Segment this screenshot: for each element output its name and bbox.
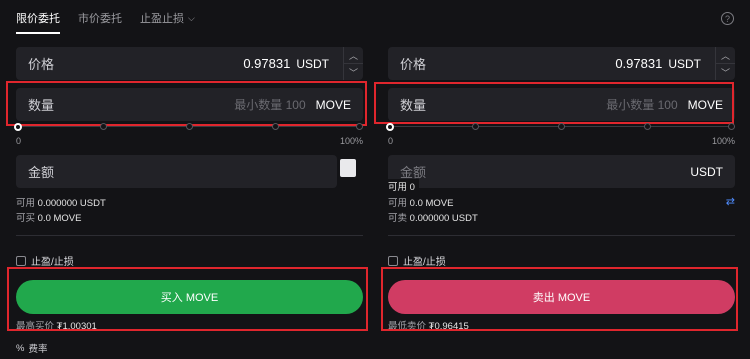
best-bid-value: ₮1.00301: [56, 321, 97, 332]
can-sell-label: 可卖: [388, 213, 408, 224]
fee-link[interactable]: % 费率: [16, 341, 48, 356]
sell-button[interactable]: 卖出 MOVE: [388, 280, 735, 314]
available-value: 0.0 MOVE: [409, 198, 454, 209]
price-label: 价格: [28, 57, 55, 72]
buy-total-field[interactable]: 金额: [16, 155, 337, 188]
slider-stop[interactable]: [472, 123, 479, 130]
can-buy-value: 0.0 MOVE: [37, 213, 82, 224]
best-bid-label: 最高买价: [16, 321, 55, 332]
order-type-tabs: 限价委托 市价委托 止盈止损 ⌵: [16, 0, 195, 36]
percent-icon: %: [16, 342, 25, 354]
available-value: 0.000000 USDT: [37, 198, 106, 209]
slider-stop[interactable]: [728, 123, 735, 130]
decrement-icon[interactable]: ﹀: [344, 63, 363, 80]
tab-limit-order[interactable]: 限价委托: [16, 0, 60, 36]
quantity-label: 数量: [28, 98, 55, 113]
tab-label: 市价委托: [78, 13, 122, 25]
price-value: 0.97831: [615, 56, 663, 71]
can-sell-value: 0.000000 USDT: [409, 213, 478, 224]
slider-min-label: 0: [388, 136, 394, 146]
sell-total-field[interactable]: 金额 USDT: [388, 155, 735, 188]
tab-label: 限价委托: [16, 13, 60, 25]
can-buy-label: 可买: [16, 213, 36, 224]
overlay-tag: [340, 159, 356, 177]
best-ask-value: ₮0.96415: [428, 321, 469, 332]
amount-unit: USDT: [690, 164, 723, 179]
price-label: 价格: [400, 57, 427, 72]
tab-market-order[interactable]: 市价委托: [78, 0, 122, 36]
quantity-unit: MOVE: [315, 97, 351, 112]
buy-tpsl-toggle[interactable]: 止盈/止损: [16, 253, 74, 268]
tpsl-label: 止盈/止损: [403, 257, 446, 268]
sell-max: 可卖 0.000000 USDT: [388, 210, 478, 224]
divider: [16, 235, 363, 236]
chevron-down-icon: ⌵: [188, 12, 195, 23]
sell-quantity-field[interactable]: 数量 最小数量 100 MOVE: [388, 88, 735, 121]
fee-label: 费率: [28, 344, 48, 355]
slider-handle[interactable]: [386, 123, 394, 131]
quantity-label: 数量: [400, 98, 427, 113]
increment-icon[interactable]: ︿: [344, 47, 363, 63]
price-unit: USDT: [296, 56, 329, 71]
slider-stop[interactable]: [272, 123, 279, 130]
slider-max-label: 100%: [711, 136, 735, 146]
transfer-icon[interactable]: ⇄: [726, 195, 735, 208]
sell-price-field[interactable]: 价格 0.97831 USDT ︿ ﹀: [388, 47, 735, 80]
buy-price-field[interactable]: 价格 0.97831 USDT ︿ ﹀: [16, 47, 363, 80]
checkbox[interactable]: [16, 255, 26, 266]
slider-stop[interactable]: [186, 123, 193, 130]
help-icon[interactable]: ?: [721, 12, 734, 25]
slider-stop[interactable]: [100, 123, 107, 130]
buy-amount-slider[interactable]: [14, 122, 363, 132]
slider-stop[interactable]: [644, 123, 651, 130]
price-stepper[interactable]: ︿ ﹀: [715, 47, 735, 80]
buy-button[interactable]: 买入 MOVE: [16, 280, 363, 314]
available-tooltip-text: 可用 0: [388, 182, 415, 193]
price-stepper[interactable]: ︿ ﹀: [343, 47, 363, 80]
price-unit: USDT: [668, 56, 701, 71]
slider-max-label: 100%: [339, 136, 363, 146]
buy-quantity-field[interactable]: 数量 最小数量 100 MOVE: [16, 88, 363, 121]
quantity-placeholder: 最小数量 100: [606, 98, 678, 112]
tpsl-label: 止盈/止损: [31, 257, 74, 268]
slider-labels: 0 100%: [388, 136, 735, 146]
tab-label: 止盈止损: [140, 13, 184, 25]
buy-best-price: 最高买价 ₮1.00301: [16, 318, 97, 332]
divider: [388, 235, 735, 236]
sell-tpsl-toggle[interactable]: 止盈/止损: [388, 253, 446, 268]
checkbox[interactable]: [388, 255, 398, 266]
available-label: 可用: [388, 198, 408, 209]
available-label: 可用: [16, 198, 36, 209]
price-value: 0.97831: [243, 56, 291, 71]
slider-labels: 0 100%: [16, 136, 363, 146]
slider-stop[interactable]: [558, 123, 565, 130]
quantity-placeholder: 最小数量 100: [234, 98, 306, 112]
sell-available: 可用 0.0 MOVE: [388, 195, 453, 209]
quantity-unit: MOVE: [687, 97, 723, 112]
buy-max: 可买 0.0 MOVE: [16, 210, 81, 224]
sell-best-price: 最低卖价 ₮0.96415: [388, 318, 469, 332]
amount-label: 金额: [28, 165, 55, 180]
increment-icon[interactable]: ︿: [716, 47, 735, 63]
decrement-icon[interactable]: ﹀: [716, 63, 735, 80]
slider-stop[interactable]: [356, 123, 363, 130]
best-ask-label: 最低卖价: [388, 321, 427, 332]
available-tooltip: 可用 0: [388, 179, 419, 193]
slider-handle[interactable]: [14, 123, 22, 131]
slider-min-label: 0: [16, 136, 22, 146]
buy-available: 可用 0.000000 USDT: [16, 195, 106, 209]
tab-tp-sl[interactable]: 止盈止损 ⌵: [140, 0, 195, 36]
sell-amount-slider[interactable]: [386, 122, 735, 132]
